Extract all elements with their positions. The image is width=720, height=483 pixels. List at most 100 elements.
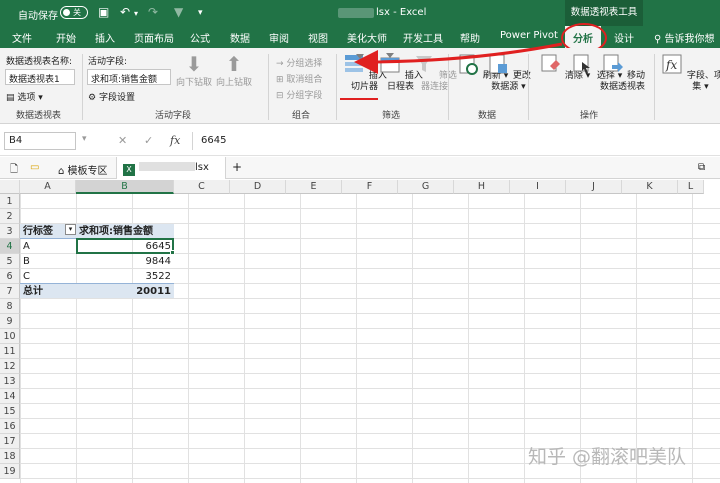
column-header-j[interactable]: J <box>566 180 622 194</box>
tab-insert[interactable]: 插入 <box>95 30 115 45</box>
pivot-name-input[interactable]: 数据透视表1 <box>5 69 75 85</box>
enter-icon[interactable]: ✓ <box>144 134 153 147</box>
column-header-d[interactable]: D <box>230 180 286 194</box>
name-box-dropdown-icon[interactable]: ▾ <box>82 134 87 144</box>
row-header-8[interactable]: 8 <box>0 299 20 314</box>
undo-icon[interactable]: ↶ <box>120 5 130 19</box>
tab-power-pivot[interactable]: Power Pivot <box>500 30 558 41</box>
fields-items-sets-button[interactable]: fx 字段、项目和 集 ▾ <box>660 52 720 93</box>
column-header-c[interactable]: C <box>174 180 230 194</box>
row-header-4[interactable]: 4 <box>0 239 20 254</box>
row-header-16[interactable]: 16 <box>0 419 20 434</box>
excel-file-icon: X <box>123 164 135 176</box>
file-tab[interactable]: Xlsx <box>116 157 226 179</box>
filter-quick-icon[interactable]: ▼ <box>174 5 183 19</box>
restore-windows-icon[interactable]: ⧉ <box>692 157 711 179</box>
autosave-toggle[interactable]: 关 <box>60 6 88 19</box>
column-header-a[interactable]: A <box>20 180 76 194</box>
pivot-row-label[interactable]: A <box>20 239 76 254</box>
column-header-h[interactable]: H <box>454 180 510 194</box>
row-header-14[interactable]: 14 <box>0 389 20 404</box>
row-label-filter-dropdown-icon[interactable]: ▾ <box>65 224 76 235</box>
add-tab-button[interactable]: + <box>226 157 248 179</box>
column-header-f[interactable]: F <box>342 180 398 194</box>
autosave-state: 关 <box>73 8 81 17</box>
tab-review[interactable]: 审阅 <box>269 30 289 45</box>
tab-page-layout[interactable]: 页面布局 <box>134 30 174 45</box>
row-header-5[interactable]: 5 <box>0 254 20 269</box>
autosave-label: 自动保存 <box>18 11 58 22</box>
field-settings-button[interactable]: ⚙ 字段设置 <box>88 90 135 103</box>
pivot-name-label: 数据透视表名称: <box>6 57 73 67</box>
insert-function-icon[interactable]: fx <box>170 134 180 147</box>
ungroup-button[interactable]: ⊞ 取消组合 <box>276 72 322 85</box>
row-header-7[interactable]: 7 <box>0 284 20 299</box>
row-header-2[interactable]: 2 <box>0 209 20 224</box>
tab-developer[interactable]: 开发工具 <box>403 30 443 45</box>
name-box[interactable]: B4 <box>4 132 76 150</box>
column-header-e[interactable]: E <box>286 180 342 194</box>
move-pivot-icon <box>603 54 624 72</box>
column-header-g[interactable]: G <box>398 180 454 194</box>
row-header-9[interactable]: 9 <box>0 314 20 329</box>
active-field-input[interactable]: 求和项:销售金额 <box>87 69 171 85</box>
open-folder-icon[interactable]: ▭ <box>24 157 45 179</box>
ribbon-separator <box>268 54 269 120</box>
tab-data[interactable]: 数据 <box>230 30 250 45</box>
row-header-10[interactable]: 10 <box>0 329 20 344</box>
row-header-3[interactable]: 3 <box>0 224 20 239</box>
row-header-1[interactable]: 1 <box>0 194 20 209</box>
row-header-11[interactable]: 11 <box>0 344 20 359</box>
ribbon-separator <box>82 54 83 120</box>
column-header-l[interactable]: L <box>678 180 704 194</box>
undo-dropdown-icon[interactable]: ▾ <box>134 9 138 18</box>
save-icon[interactable]: ▣ <box>98 5 109 19</box>
pivot-row-value[interactable]: 9844 <box>76 254 174 269</box>
cancel-icon[interactable]: ✕ <box>118 134 127 147</box>
document-tabs: 🗋 ▭ ⌂ 模板专区 Xlsx + ⧉ <box>0 157 720 179</box>
template-zone-tab[interactable]: ⌂ 模板专区 <box>52 157 114 179</box>
row-header-13[interactable]: 13 <box>0 374 20 389</box>
drill-down-button[interactable]: ⬇ 向下钻取 <box>176 52 212 89</box>
tab-design[interactable]: 设计 <box>614 30 634 45</box>
fill-handle[interactable] <box>170 250 175 255</box>
tab-file[interactable]: 文件 <box>12 30 32 45</box>
tab-home[interactable]: 开始 <box>56 30 76 45</box>
pivot-total-label[interactable]: 总计 <box>20 283 76 298</box>
column-header-b[interactable]: B <box>76 180 174 194</box>
column-header-k[interactable]: K <box>622 180 678 194</box>
group-selection-icon: → <box>276 59 287 69</box>
ribbon-separator <box>654 54 655 120</box>
row-header-19[interactable]: 19 <box>0 464 20 479</box>
redo-icon[interactable]: ↷ <box>148 5 158 19</box>
blurred-filename <box>338 8 374 18</box>
drill-up-button[interactable]: ⬆ 向上钻取 <box>216 52 252 89</box>
pivot-row-value[interactable]: 3522 <box>76 269 174 284</box>
new-document-icon[interactable]: 🗋 <box>4 157 24 179</box>
row-header-15[interactable]: 15 <box>0 404 20 419</box>
tell-me-search[interactable]: ⚲ 告诉我你想 <box>654 30 715 45</box>
tab-beautify-master[interactable]: 美化大师 <box>347 30 387 45</box>
move-pivot-button[interactable]: 移动 数据透视表 <box>600 52 645 93</box>
slicer-icon <box>345 54 364 72</box>
select-all-corner[interactable] <box>0 180 20 194</box>
tab-formulas[interactable]: 公式 <box>190 30 210 45</box>
pivot-value-header[interactable]: 求和项:销售金额 <box>76 224 174 239</box>
tab-view[interactable]: 视图 <box>308 30 328 45</box>
row-header-12[interactable]: 12 <box>0 359 20 374</box>
pivot-row-label[interactable]: C <box>20 269 76 284</box>
options-button[interactable]: ▤ 选项 ▾ <box>6 90 43 103</box>
customize-toolbar-icon[interactable]: ▾ <box>198 8 203 18</box>
change-data-source-button[interactable]: 更改 数据源 ▾ <box>486 52 531 93</box>
pivot-row-label[interactable]: B <box>20 254 76 269</box>
row-header-18[interactable]: 18 <box>0 449 20 464</box>
group-field-button[interactable]: ⊟ 分组字段 <box>276 88 322 101</box>
group-selection-button[interactable]: → 分组选择 <box>276 56 322 69</box>
formula-input[interactable]: 6645 <box>192 132 716 150</box>
row-header-6[interactable]: 6 <box>0 269 20 284</box>
pivot-total-value[interactable]: 20011 <box>76 283 174 298</box>
tab-help[interactable]: 帮助 <box>460 30 480 45</box>
row-header-17[interactable]: 17 <box>0 434 20 449</box>
filter-connections-button[interactable]: 筛选 器连接 <box>412 52 457 93</box>
column-header-i[interactable]: I <box>510 180 566 194</box>
